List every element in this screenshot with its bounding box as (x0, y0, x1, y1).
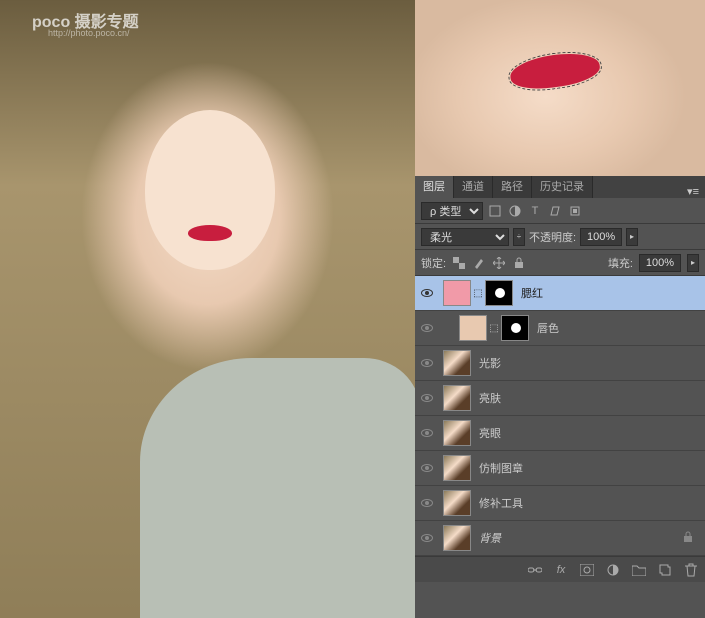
layer-visibility-toggle[interactable] (415, 499, 439, 507)
layers-footer: fx (415, 556, 705, 582)
layer-name[interactable]: 仿制图章 (471, 460, 699, 476)
lock-icon (683, 531, 699, 546)
layer-name[interactable]: 亮眼 (471, 425, 699, 441)
panel-tabs: 图层 通道 路径 历史记录 ▾≡ (415, 176, 705, 198)
lock-label: 锁定: (421, 255, 446, 271)
blend-mode-row: 柔光 ÷ 不透明度: ▸ (415, 224, 705, 250)
layer-row[interactable]: 仿制图章 (415, 451, 705, 486)
fill-arrow[interactable]: ▸ (687, 254, 699, 272)
layers-panel: 图层 通道 路径 历史记录 ▾≡ ρ 类型 T 柔光 ÷ 不透明度: ▸ (415, 176, 705, 618)
new-layer-icon[interactable] (657, 562, 673, 578)
layer-mask-thumbnail[interactable] (501, 315, 529, 341)
tab-layers[interactable]: 图层 (415, 174, 454, 198)
lock-row: 锁定: 填充: ▸ (415, 250, 705, 276)
layer-name[interactable]: 背景 (471, 530, 683, 546)
layer-name[interactable]: 光影 (471, 355, 699, 371)
layer-link-icon[interactable]: ⬚ (489, 323, 499, 334)
fill-input[interactable] (639, 254, 681, 272)
main-portrait-image: poco 摄影专题 http://photo.poco.cn/ (0, 0, 415, 618)
eye-icon (421, 324, 433, 332)
blend-mode-dropdown[interactable]: 柔光 (421, 228, 509, 246)
tab-paths[interactable]: 路径 (493, 174, 532, 198)
opacity-label: 不透明度: (529, 229, 576, 245)
layer-row[interactable]: 亮肤 (415, 381, 705, 416)
layer-filter-bar: ρ 类型 T (415, 198, 705, 224)
layer-thumbnail[interactable] (443, 420, 471, 446)
filter-text-icon[interactable]: T (527, 203, 543, 219)
panel-menu-icon[interactable]: ▾≡ (681, 185, 705, 198)
layer-row[interactable]: 背景 (415, 521, 705, 556)
eye-icon (421, 359, 433, 367)
adjustment-layer-icon[interactable] (605, 562, 621, 578)
delete-layer-icon[interactable] (683, 562, 699, 578)
layer-visibility-toggle[interactable] (415, 324, 439, 332)
layer-name[interactable]: 唇色 (529, 320, 699, 336)
lock-pixels-icon[interactable] (472, 256, 486, 270)
layer-thumbnail[interactable] (459, 315, 487, 341)
filter-adjustment-icon[interactable] (507, 203, 523, 219)
eye-icon (421, 394, 433, 402)
layer-row[interactable]: 亮眼 (415, 416, 705, 451)
tab-channels[interactable]: 通道 (454, 174, 493, 198)
layer-thumbnail[interactable] (443, 490, 471, 516)
layer-name[interactable]: 修补工具 (471, 495, 699, 511)
layer-row[interactable]: 光影 (415, 346, 705, 381)
layer-visibility-toggle[interactable] (415, 359, 439, 367)
layer-thumbnail[interactable] (443, 455, 471, 481)
layer-thumbnail[interactable] (443, 280, 471, 306)
layer-visibility-toggle[interactable] (415, 534, 439, 542)
layer-visibility-toggle[interactable] (415, 464, 439, 472)
link-layers-icon[interactable] (527, 562, 543, 578)
detail-zoom-image (415, 0, 705, 176)
layer-thumbnail[interactable] (443, 525, 471, 551)
layer-row[interactable]: ⬚ 唇色 (415, 311, 705, 346)
eye-icon (421, 499, 433, 507)
layer-visibility-toggle[interactable] (415, 289, 439, 297)
blend-dropdown-arrow[interactable]: ÷ (513, 228, 525, 246)
opacity-input[interactable] (580, 228, 622, 246)
layer-link-icon[interactable]: ⬚ (473, 288, 483, 299)
eye-icon (421, 534, 433, 542)
lock-position-icon[interactable] (492, 256, 506, 270)
lock-transparency-icon[interactable] (452, 256, 466, 270)
filter-image-icon[interactable] (487, 203, 503, 219)
fill-label: 填充: (608, 255, 633, 271)
layer-visibility-toggle[interactable] (415, 394, 439, 402)
layers-list: ⬚ 腮红 ⬚ 唇色 光影 亮肤 亮眼 仿制图章 修补工具 背景 (415, 276, 705, 556)
layer-mask-thumbnail[interactable] (485, 280, 513, 306)
filter-smart-icon[interactable] (567, 203, 583, 219)
layer-row[interactable]: 修补工具 (415, 486, 705, 521)
tab-history[interactable]: 历史记录 (532, 174, 593, 198)
layer-row[interactable]: ⬚ 腮红 (415, 276, 705, 311)
layer-name[interactable]: 亮肤 (471, 390, 699, 406)
group-icon[interactable] (631, 562, 647, 578)
lock-all-icon[interactable] (512, 256, 526, 270)
mask-icon[interactable] (579, 562, 595, 578)
layer-thumbnail[interactable] (443, 385, 471, 411)
layer-visibility-toggle[interactable] (415, 429, 439, 437)
watermark-url: http://photo.poco.cn/ (48, 28, 130, 38)
filter-type-dropdown[interactable]: ρ 类型 (421, 202, 483, 220)
layer-name[interactable]: 腮红 (513, 285, 699, 301)
lips-selection-marquee (508, 49, 602, 93)
layer-thumbnail[interactable] (443, 350, 471, 376)
eye-icon (421, 464, 433, 472)
eye-icon (421, 429, 433, 437)
eye-icon (421, 289, 433, 297)
opacity-arrow[interactable]: ▸ (626, 228, 638, 246)
filter-shape-icon[interactable] (547, 203, 563, 219)
fx-icon[interactable]: fx (553, 562, 569, 578)
